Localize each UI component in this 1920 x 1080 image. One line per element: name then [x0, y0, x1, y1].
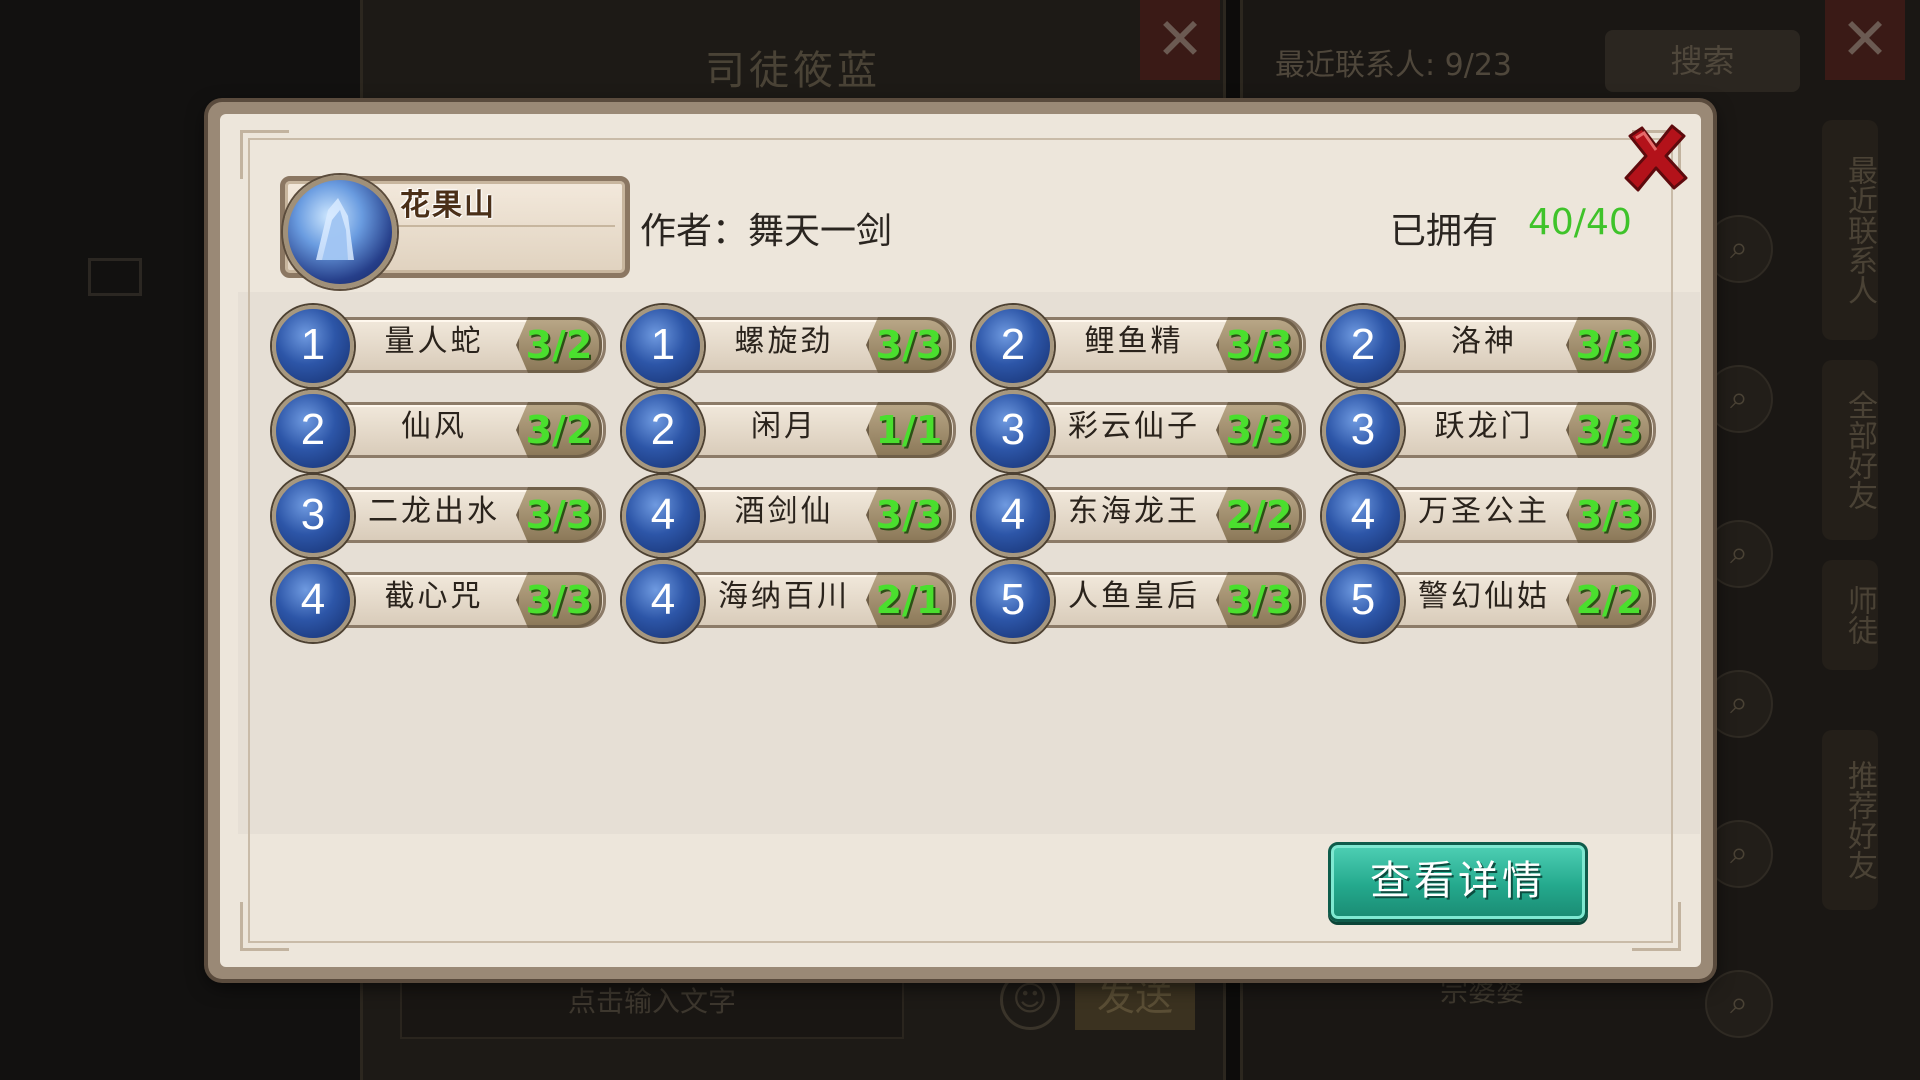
card-name: 警幻仙姑	[1418, 579, 1550, 614]
card-level-badge: 2	[622, 390, 704, 472]
card-name: 二龙出水	[368, 494, 500, 529]
owned-value: 40/40	[1528, 202, 1632, 243]
card-name: 东海龙王	[1068, 494, 1200, 529]
card-item[interactable]: 1 量人蛇 3/2	[272, 305, 606, 387]
card-item[interactable]: 4 酒剑仙 3/3	[622, 475, 956, 557]
tab-recent-contacts: 最近联系人	[1822, 120, 1878, 340]
card-count: 3/3	[1216, 402, 1302, 458]
tab-all-friends: 全部好友	[1822, 360, 1878, 540]
card-level-badge: 2	[1322, 305, 1404, 387]
frame-corner	[240, 902, 289, 951]
card-name: 万圣公主	[1418, 494, 1550, 529]
chat-close-icon: ✕	[1140, 0, 1220, 80]
card-count: 2/2	[1216, 487, 1302, 543]
card-name: 鲤鱼精	[1084, 324, 1184, 359]
card-level-badge: 3	[972, 390, 1054, 472]
card-level-badge: 1	[272, 305, 354, 387]
card-count: 3/3	[1216, 317, 1302, 373]
card-item[interactable]: 2 仙风 3/2	[272, 390, 606, 472]
card-count: 3/3	[1566, 487, 1652, 543]
close-button[interactable]	[1620, 122, 1692, 194]
mountain-emblem-icon	[283, 175, 397, 289]
card-item[interactable]: 5 警幻仙姑 2/2	[1322, 560, 1656, 642]
card-level-badge: 2	[972, 305, 1054, 387]
smiley-icon: ☺	[1000, 970, 1060, 1030]
card-level-badge: 5	[1322, 560, 1404, 642]
frame-corner	[240, 130, 289, 179]
mail-icon	[88, 258, 142, 296]
card-item[interactable]: 1 螺旋劲 3/3	[622, 305, 956, 387]
card-count: 3/3	[1566, 402, 1652, 458]
card-item[interactable]: 3 二龙出水 3/3	[272, 475, 606, 557]
card-count: 3/3	[516, 487, 602, 543]
view-details-button[interactable]: 查看详情	[1328, 842, 1588, 922]
recent-contacts-label: 最近联系人: 9/23	[1275, 48, 1513, 83]
card-name: 酒剑仙	[734, 494, 834, 529]
card-item[interactable]: 5 人鱼皇后 3/3	[972, 560, 1306, 642]
plate-divider	[380, 225, 615, 227]
card-item[interactable]: 3 彩云仙子 3/3	[972, 390, 1306, 472]
card-name: 跃龙门	[1434, 409, 1534, 444]
card-count: 2/1	[866, 572, 952, 628]
card-item[interactable]: 2 闲月 1/1	[622, 390, 956, 472]
search-icon: ⌕	[1705, 670, 1773, 738]
card-name: 彩云仙子	[1068, 409, 1200, 444]
card-level-badge: 3	[272, 475, 354, 557]
card-name: 量人蛇	[384, 324, 484, 359]
card-level-badge: 1	[622, 305, 704, 387]
card-level-badge: 4	[622, 475, 704, 557]
author-label: 作者：舞天一剑	[640, 211, 893, 252]
card-count: 3/2	[516, 317, 602, 373]
search-icon: ⌕	[1705, 365, 1773, 433]
card-name: 仙风	[401, 409, 467, 444]
search-icon: ⌕	[1705, 520, 1773, 588]
scene-name: 花果山	[400, 188, 496, 223]
card-level-badge: 5	[972, 560, 1054, 642]
contacts-search-button: 搜索	[1605, 30, 1800, 92]
card-count: 3/3	[1566, 317, 1652, 373]
card-level-badge: 4	[272, 560, 354, 642]
chat-title: 司徒筱蓝	[705, 48, 881, 94]
frame-corner	[1632, 902, 1681, 951]
card-level-badge: 4	[1322, 475, 1404, 557]
card-level-badge: 4	[622, 560, 704, 642]
card-item[interactable]: 2 鲤鱼精 3/3	[972, 305, 1306, 387]
tab-master-apprentice: 师徒	[1822, 560, 1878, 670]
card-level-badge: 3	[1322, 390, 1404, 472]
tab-recommended-friends: 推荐好友	[1822, 730, 1878, 910]
search-icon: ⌕	[1705, 215, 1773, 283]
card-item[interactable]: 4 海纳百川 2/1	[622, 560, 956, 642]
card-count: 3/2	[516, 402, 602, 458]
card-name: 截心咒	[384, 579, 484, 614]
owned-label: 已拥有	[1390, 211, 1499, 252]
card-item[interactable]: 4 万圣公主 3/3	[1322, 475, 1656, 557]
card-item[interactable]: 4 东海龙王 2/2	[972, 475, 1306, 557]
card-level-badge: 2	[272, 390, 354, 472]
card-name: 洛神	[1451, 324, 1517, 359]
card-name: 闲月	[751, 409, 817, 444]
card-level-badge: 4	[972, 475, 1054, 557]
card-count: 2/2	[1566, 572, 1652, 628]
card-item[interactable]: 3 跃龙门 3/3	[1322, 390, 1656, 472]
card-name: 螺旋劲	[734, 324, 834, 359]
card-item[interactable]: 2 洛神 3/3	[1322, 305, 1656, 387]
search-icon: ⌕	[1705, 970, 1773, 1038]
card-count: 3/3	[1216, 572, 1302, 628]
contacts-close-icon: ✕	[1825, 0, 1905, 80]
card-count: 3/3	[866, 487, 952, 543]
card-item[interactable]: 4 截心咒 3/3	[272, 560, 606, 642]
card-name: 海纳百川	[718, 579, 850, 614]
card-name: 人鱼皇后	[1068, 579, 1200, 614]
search-icon: ⌕	[1705, 820, 1773, 888]
close-icon	[1624, 124, 1688, 192]
card-count: 3/3	[516, 572, 602, 628]
card-count: 1/1	[866, 402, 952, 458]
card-count: 3/3	[866, 317, 952, 373]
